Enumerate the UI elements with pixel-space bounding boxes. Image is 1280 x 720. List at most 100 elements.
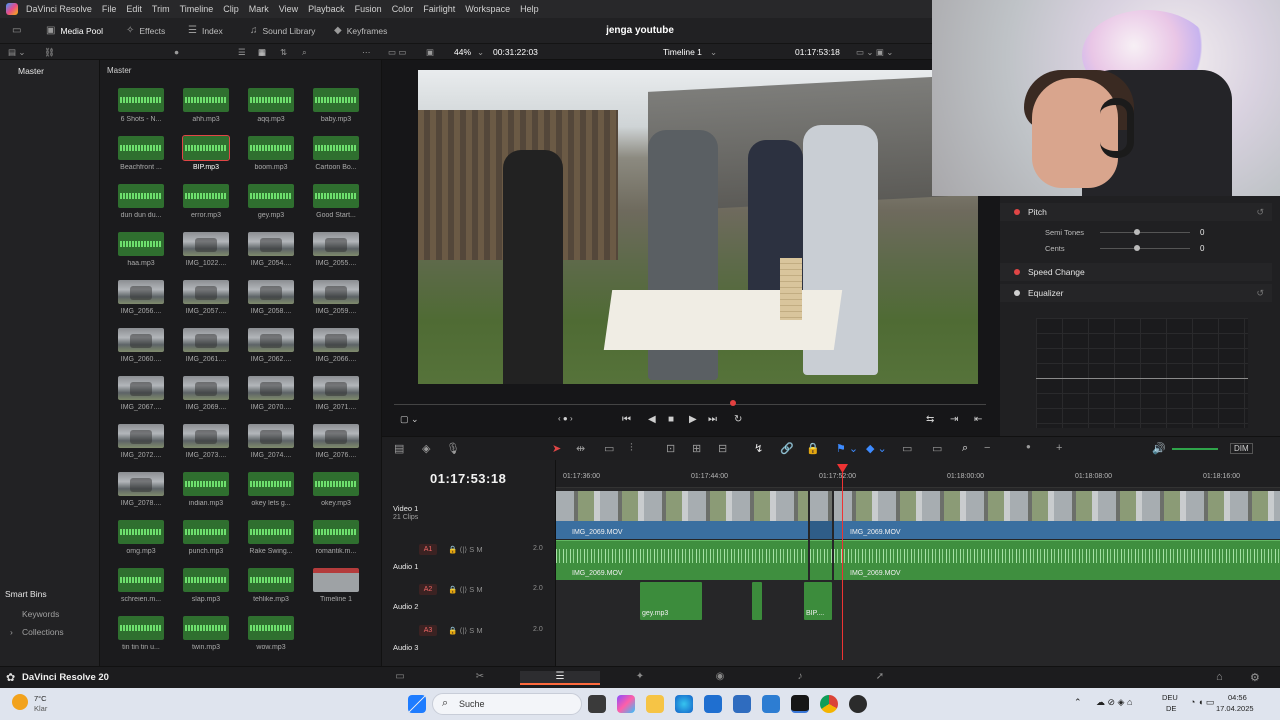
media-pool-clip[interactable]: IMG_2061.... (178, 328, 234, 372)
edge-icon[interactable] (675, 695, 693, 713)
timeline-playhead[interactable] (842, 464, 843, 660)
sfx-clip-bip[interactable]: BIP.... (804, 582, 832, 620)
zoom-custom-icon[interactable]: ⌕ (962, 442, 968, 455)
viewer-options-icon[interactable]: ▭ ⌄ ▣ ⌄ (856, 47, 893, 58)
menu-edit[interactable]: Edit (126, 4, 142, 14)
audio-clip[interactable] (810, 540, 832, 580)
media-pool-clip[interactable]: okey lets g... (243, 472, 299, 516)
menu-help[interactable]: Help (520, 4, 539, 14)
viewer-layout-icon[interactable]: ▭ ▭ (388, 47, 406, 58)
media-pool-clip[interactable]: Timeline 1 (308, 568, 364, 612)
media-pool-clip[interactable]: haa.mp3 (113, 232, 169, 276)
reset-icon[interactable]: ↺ (1256, 207, 1264, 218)
cents-slider[interactable] (1100, 245, 1190, 251)
media-pool-clip[interactable]: wow.mp3 (243, 616, 299, 660)
linked-selection-icon[interactable]: 🔗 (780, 442, 794, 455)
flag-icon[interactable]: ⚑ ⌄ (836, 442, 858, 455)
timeline-timecode[interactable]: 01:17:53:18 (430, 471, 506, 486)
media-pool-button[interactable]: ▣ Media Pool (46, 25, 103, 36)
master-volume-slider[interactable] (1172, 448, 1218, 450)
grid-view-icon[interactable]: ▦ (258, 47, 266, 58)
semi-tones-slider[interactable] (1100, 229, 1190, 235)
a3-controls[interactable]: 🔒 ⟨|⟩ S M (448, 626, 483, 635)
semi-tones-value[interactable]: 0 (1200, 228, 1204, 237)
timeline-view-options-icon[interactable]: ▤ (394, 442, 404, 455)
speed-change-toggle[interactable] (1014, 269, 1020, 275)
cut-page-icon[interactable]: ✂ (440, 671, 520, 685)
media-pool-clip[interactable]: error.mp3 (178, 184, 234, 228)
audio-clip[interactable]: IMG_2069.MOV (834, 540, 1280, 580)
menu-mark[interactable]: Mark (249, 4, 269, 14)
a1-badge[interactable]: A1 (419, 544, 437, 555)
home-icon[interactable]: ⌂ (1216, 671, 1223, 683)
overwrite-clip-icon[interactable]: ⊞ (692, 442, 701, 455)
position-lock-icon[interactable]: 🔒 (806, 442, 820, 455)
play-icon[interactable]: ▶ (689, 414, 697, 425)
media-pool-clip[interactable]: IMG_2072.... (113, 424, 169, 468)
media-pool-clip[interactable]: punch.mp3 (178, 520, 234, 564)
fusion-page-icon[interactable]: ✦ (600, 671, 680, 685)
go-to-end-icon[interactable]: ⏭ (708, 414, 717, 425)
clock-time[interactable]: 04:56 (1228, 693, 1247, 702)
sfx-clip[interactable] (752, 582, 762, 620)
media-pool-clip[interactable]: IMG_2070.... (243, 376, 299, 420)
menu-fairlight[interactable]: Fairlight (423, 4, 455, 14)
menu-trim[interactable]: Trim (152, 4, 170, 14)
media-pool-clip[interactable]: 6 Shots - N... (113, 88, 169, 132)
language-bottom[interactable]: DE (1166, 704, 1176, 713)
mail-icon[interactable] (704, 695, 722, 713)
list-view-icon[interactable]: ☰ (238, 47, 246, 58)
stop-icon[interactable]: ■ (668, 414, 674, 425)
menu-app[interactable]: DaVinci Resolve (26, 4, 92, 14)
audio-meter-icon[interactable]: ◈ (422, 442, 430, 455)
equalizer-section[interactable]: Equalizer ↺ (1000, 284, 1272, 302)
media-pool-clip[interactable]: Rake Swing... (243, 520, 299, 564)
search-icon[interactable]: ⌕ (302, 47, 307, 58)
effects-button[interactable]: ✧ Effects (126, 25, 165, 36)
blade-tool-icon[interactable]: ⫶ (630, 442, 633, 455)
prev-edit-icon[interactable]: ⇤ (974, 414, 982, 425)
sfx-clip-gey[interactable]: gey.mp3 (640, 582, 702, 620)
layout-icon[interactable]: ▭ (12, 25, 26, 36)
equalizer-graph[interactable] (1036, 318, 1248, 428)
replace-clip-icon[interactable]: ⊟ (718, 442, 727, 455)
recording-app-icon[interactable] (849, 695, 867, 713)
store-icon[interactable] (733, 695, 751, 713)
media-pool-clip[interactable]: IMG_2056.... (113, 280, 169, 324)
viewer-scrubber[interactable] (394, 400, 986, 406)
color-page-icon[interactable]: ◉ (680, 671, 760, 685)
media-pool-clip[interactable]: romantik.m... (308, 520, 364, 564)
next-edit-icon[interactable]: ⇥ (950, 414, 958, 425)
media-pool-clip[interactable]: omg.mp3 (113, 520, 169, 564)
media-pool-clip[interactable]: baby.mp3 (308, 88, 364, 132)
davinci-taskbar-icon[interactable] (791, 695, 809, 713)
equalizer-toggle[interactable] (1014, 290, 1020, 296)
thumb-size-slider[interactable]: ● (174, 47, 179, 57)
media-pool-clip[interactable]: Cartoon Bo... (308, 136, 364, 180)
speaker-icon[interactable]: 🔊 (1152, 442, 1166, 455)
language-top[interactable]: DEU (1162, 693, 1178, 702)
copilot-icon[interactable] (617, 695, 635, 713)
panel-toggle-icon[interactable]: ▤ ⌄ (8, 47, 26, 58)
dim-button[interactable]: DIM (1230, 443, 1253, 454)
collections-bin[interactable]: Collections (22, 627, 64, 637)
menu-color[interactable]: Color (392, 4, 414, 14)
master-bin[interactable]: Master (18, 66, 44, 76)
cents-value[interactable]: 0 (1200, 244, 1204, 253)
media-pool-clip[interactable]: Good Start... (308, 184, 364, 228)
file-explorer-icon[interactable] (646, 695, 664, 713)
video-clip[interactable] (810, 491, 832, 539)
zoom-full-icon[interactable]: ▭ (902, 442, 912, 455)
match-frame-icon[interactable]: ⇆ (926, 414, 934, 425)
media-pool-clip[interactable]: gey.mp3 (243, 184, 299, 228)
chevron-right-icon[interactable]: › (10, 627, 13, 637)
pitch-enable-toggle[interactable] (1014, 209, 1020, 215)
go-to-start-icon[interactable]: ⏮ (622, 414, 631, 425)
media-pool-clip[interactable]: IMG_2055.... (308, 232, 364, 276)
media-pool-clip[interactable]: tehlike.mp3 (243, 568, 299, 612)
keywords-bin[interactable]: Keywords (22, 609, 59, 619)
zoom-slider[interactable]: ● (1026, 442, 1031, 451)
menu-workspace[interactable]: Workspace (465, 4, 510, 14)
zoom-out-icon[interactable]: − (984, 442, 990, 454)
menu-view[interactable]: View (279, 4, 298, 14)
